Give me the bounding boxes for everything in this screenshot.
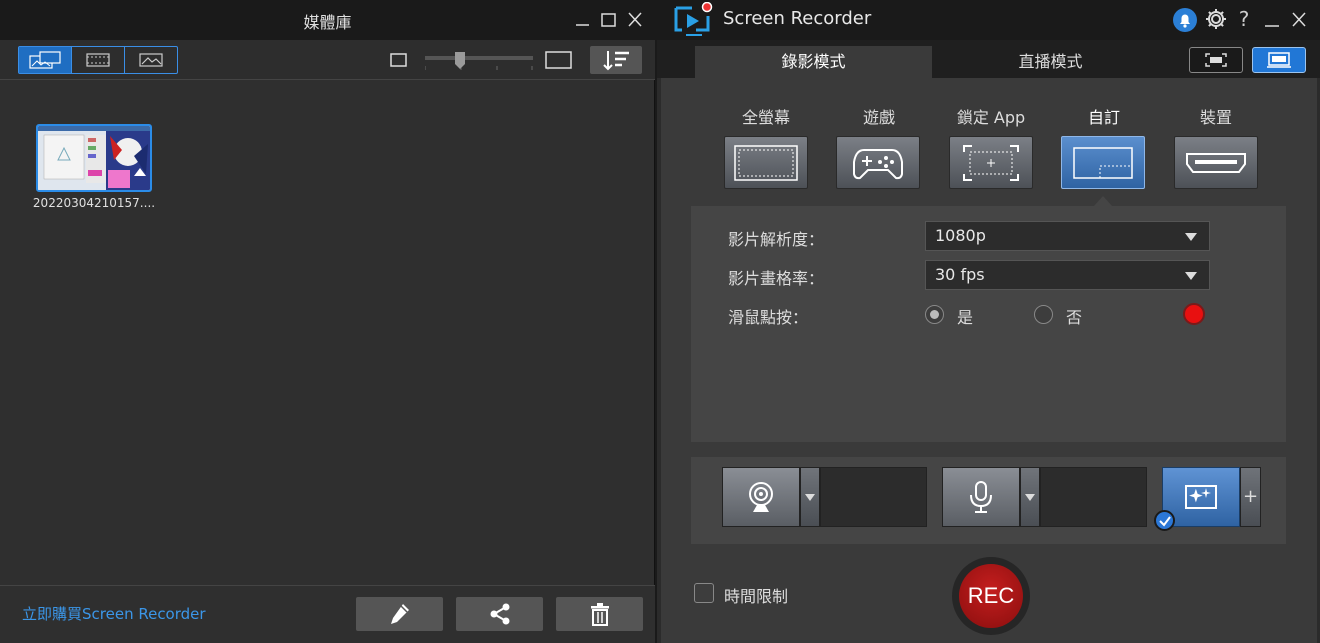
filter-all-button[interactable] <box>19 47 72 73</box>
compact-view-button[interactable] <box>1252 47 1306 73</box>
microphone-button[interactable] <box>942 467 1020 527</box>
recorder-minimize-button[interactable] <box>1260 8 1284 32</box>
media-thumbnail[interactable] <box>36 124 152 192</box>
minimize-icon <box>576 24 589 26</box>
share-button[interactable] <box>456 597 543 631</box>
maximize-button[interactable] <box>596 8 622 32</box>
help-icon: ? <box>1239 8 1250 30</box>
custom-region-icon <box>1073 146 1133 179</box>
mouse-click-label: 滑鼠點按： <box>728 308 809 327</box>
delete-button[interactable] <box>556 597 643 631</box>
buy-now-link[interactable]: 立即購買Screen Recorder <box>22 603 206 624</box>
mode-device-button[interactable] <box>1174 136 1258 189</box>
close-icon <box>628 12 642 27</box>
mode-game-button[interactable] <box>836 136 920 189</box>
chevron-down-icon <box>1185 272 1197 280</box>
add-effect-button[interactable]: + <box>1240 467 1261 527</box>
sort-icon <box>603 51 629 71</box>
webcam-button[interactable] <box>722 467 800 527</box>
recorder-close-button[interactable] <box>1287 8 1311 32</box>
pencil-icon <box>390 604 409 624</box>
mode-label-fullscreen: 全螢幕 <box>741 108 790 127</box>
slider-thumb <box>455 52 465 69</box>
compact-view-icon <box>1267 52 1291 68</box>
minimize-button[interactable] <box>570 8 596 32</box>
sort-button[interactable] <box>590 46 642 74</box>
maximize-icon <box>601 13 616 27</box>
webcam-device-field[interactable] <box>820 467 927 527</box>
framerate-dropdown[interactable]: 30 fps <box>925 260 1210 290</box>
all-media-icon <box>29 51 61 69</box>
thumbnail-size-slider[interactable] <box>425 52 533 70</box>
time-limit-checkbox[interactable] <box>694 583 714 603</box>
recorder-title: Screen Recorder <box>723 8 872 29</box>
framerate-value: 30 fps <box>935 265 985 284</box>
mode-custom-button[interactable] <box>1061 136 1145 189</box>
media-filter-group <box>18 46 178 74</box>
time-limit-label: 時間限制 <box>724 587 789 606</box>
share-icon <box>490 603 509 625</box>
expand-view-icon <box>1205 53 1227 67</box>
edit-button[interactable] <box>356 597 443 631</box>
selected-mode-pointer <box>1094 196 1112 206</box>
trash-icon <box>590 603 609 626</box>
screen-recorder-logo-icon <box>674 2 713 36</box>
large-thumbnail-icon <box>545 51 572 69</box>
filter-image-button[interactable] <box>125 47 177 73</box>
resolution-label: 影片解析度： <box>728 230 825 249</box>
mouse-click-yes-label: 是 <box>957 308 974 327</box>
microphone-dropdown-button[interactable] <box>1020 467 1040 527</box>
webcam-dropdown-button[interactable] <box>800 467 820 527</box>
filter-video-button[interactable] <box>72 47 125 73</box>
checkmark-icon <box>1158 515 1171 527</box>
notification-bell-button[interactable] <box>1172 7 1198 33</box>
tab-live-mode[interactable]: 直播模式 <box>932 46 1169 78</box>
media-library-titlebar: 媒體庫 <box>0 0 655 40</box>
chevron-down-icon <box>805 493 815 501</box>
microphone-device-field[interactable] <box>1040 467 1147 527</box>
resolution-dropdown[interactable]: 1080p <box>925 221 1210 251</box>
mouse-click-color-picker[interactable] <box>1183 303 1205 325</box>
resolution-value: 1080p <box>935 226 986 245</box>
microphone-icon <box>970 481 992 513</box>
gamepad-icon <box>853 148 903 179</box>
mode-label-lock-app: 鎖定 App <box>956 108 1026 127</box>
webcam-icon <box>749 482 773 512</box>
sparkle-effect-icon <box>1185 485 1217 509</box>
settings-button[interactable] <box>1205 8 1227 30</box>
media-library-window <box>0 0 655 643</box>
close-button[interactable] <box>622 8 648 32</box>
close-icon <box>1292 12 1306 27</box>
gear-icon <box>1206 9 1226 29</box>
media-library-toolbar <box>0 40 655 80</box>
tab-record-mode[interactable]: 錄影模式 <box>695 46 932 78</box>
mode-lock-app-button[interactable] <box>949 136 1033 189</box>
hdmi-icon <box>1186 152 1246 173</box>
full-view-button[interactable] <box>1189 47 1243 73</box>
small-thumbnail-icon <box>390 53 407 67</box>
record-button[interactable]: REC <box>959 564 1023 628</box>
chevron-down-icon <box>1185 233 1197 241</box>
recording-thumbnail-image <box>38 126 150 190</box>
effect-enabled-check[interactable] <box>1154 510 1175 531</box>
chevron-down-icon <box>1025 493 1035 501</box>
mode-label-game: 遊戲 <box>862 108 895 127</box>
thumbnail-filename: 20220304210157.... <box>32 196 156 210</box>
lock-app-icon <box>963 144 1019 181</box>
framerate-label: 影片畫格率： <box>728 269 825 288</box>
mode-fullscreen-button[interactable] <box>724 136 808 189</box>
mode-label-device: 裝置 <box>1199 108 1232 127</box>
film-icon <box>86 53 110 67</box>
mouse-click-no-radio[interactable] <box>1034 305 1053 324</box>
mouse-click-no-label: 否 <box>1066 308 1083 327</box>
help-button[interactable]: ? <box>1234 8 1254 30</box>
fullscreen-icon <box>734 144 798 181</box>
image-icon <box>139 53 163 67</box>
mouse-click-yes-radio[interactable] <box>925 305 944 324</box>
media-library-title: 媒體庫 <box>303 13 352 32</box>
mode-label-custom: 自訂 <box>1087 108 1120 127</box>
